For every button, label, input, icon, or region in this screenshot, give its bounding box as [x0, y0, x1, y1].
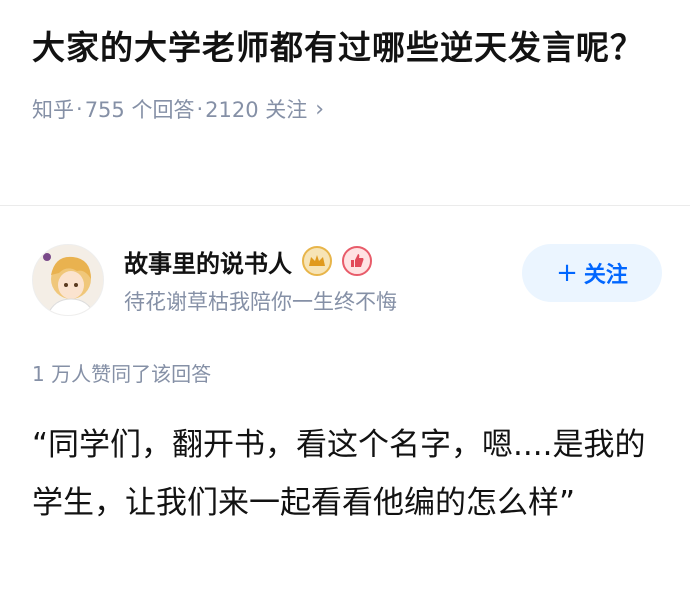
avatar[interactable] — [32, 244, 104, 316]
answer-count: 755 个回答 — [84, 98, 195, 122]
avatar-image — [33, 245, 103, 315]
chevron-right-icon[interactable]: › — [315, 97, 324, 122]
plus-icon: + — [556, 258, 578, 288]
answer-page: 大家的大学老师都有过哪些逆天发言呢？ 知乎 · 755 个回答 · 2120 关… — [0, 0, 690, 611]
meta-dot: · — [76, 97, 83, 121]
question-header: 大家的大学老师都有过哪些逆天发言呢？ 知乎 · 755 个回答 · 2120 关… — [0, 0, 690, 124]
meta-dot: · — [196, 97, 204, 121]
question-title[interactable]: 大家的大学老师都有过哪些逆天发言呢？ — [32, 22, 658, 74]
follow-label: 关注 — [583, 263, 628, 288]
section-divider — [0, 205, 690, 206]
follower-count: 2120 关注 — [205, 98, 308, 122]
answer-content[interactable]: “同学们，翻开书，看这个名字，嗯....是我的学生，让我们来一起看看他编的怎么样… — [32, 416, 660, 532]
author-info: 故事里的说书人 待花谢草枯我陪你一生终不悔 — [124, 244, 522, 316]
crown-badge-icon[interactable] — [302, 246, 332, 276]
author-row: 故事里的说书人 待花谢草枯我陪你一生终不悔 + 关注 — [32, 244, 662, 316]
follow-button[interactable]: + 关注 — [522, 244, 662, 302]
likes-count: 1 万人赞同了该回答 — [32, 362, 212, 386]
like-badge-icon[interactable] — [342, 246, 372, 276]
author-bio: 待花谢草枯我陪你一生终不悔 — [124, 290, 397, 314]
name-row: 故事里的说书人 — [124, 244, 522, 278]
source-label: 知乎 — [32, 98, 74, 122]
author-name[interactable]: 故事里的说书人 — [124, 244, 292, 279]
question-meta[interactable]: 知乎 · 755 个回答 · 2120 关注 › — [32, 94, 658, 124]
